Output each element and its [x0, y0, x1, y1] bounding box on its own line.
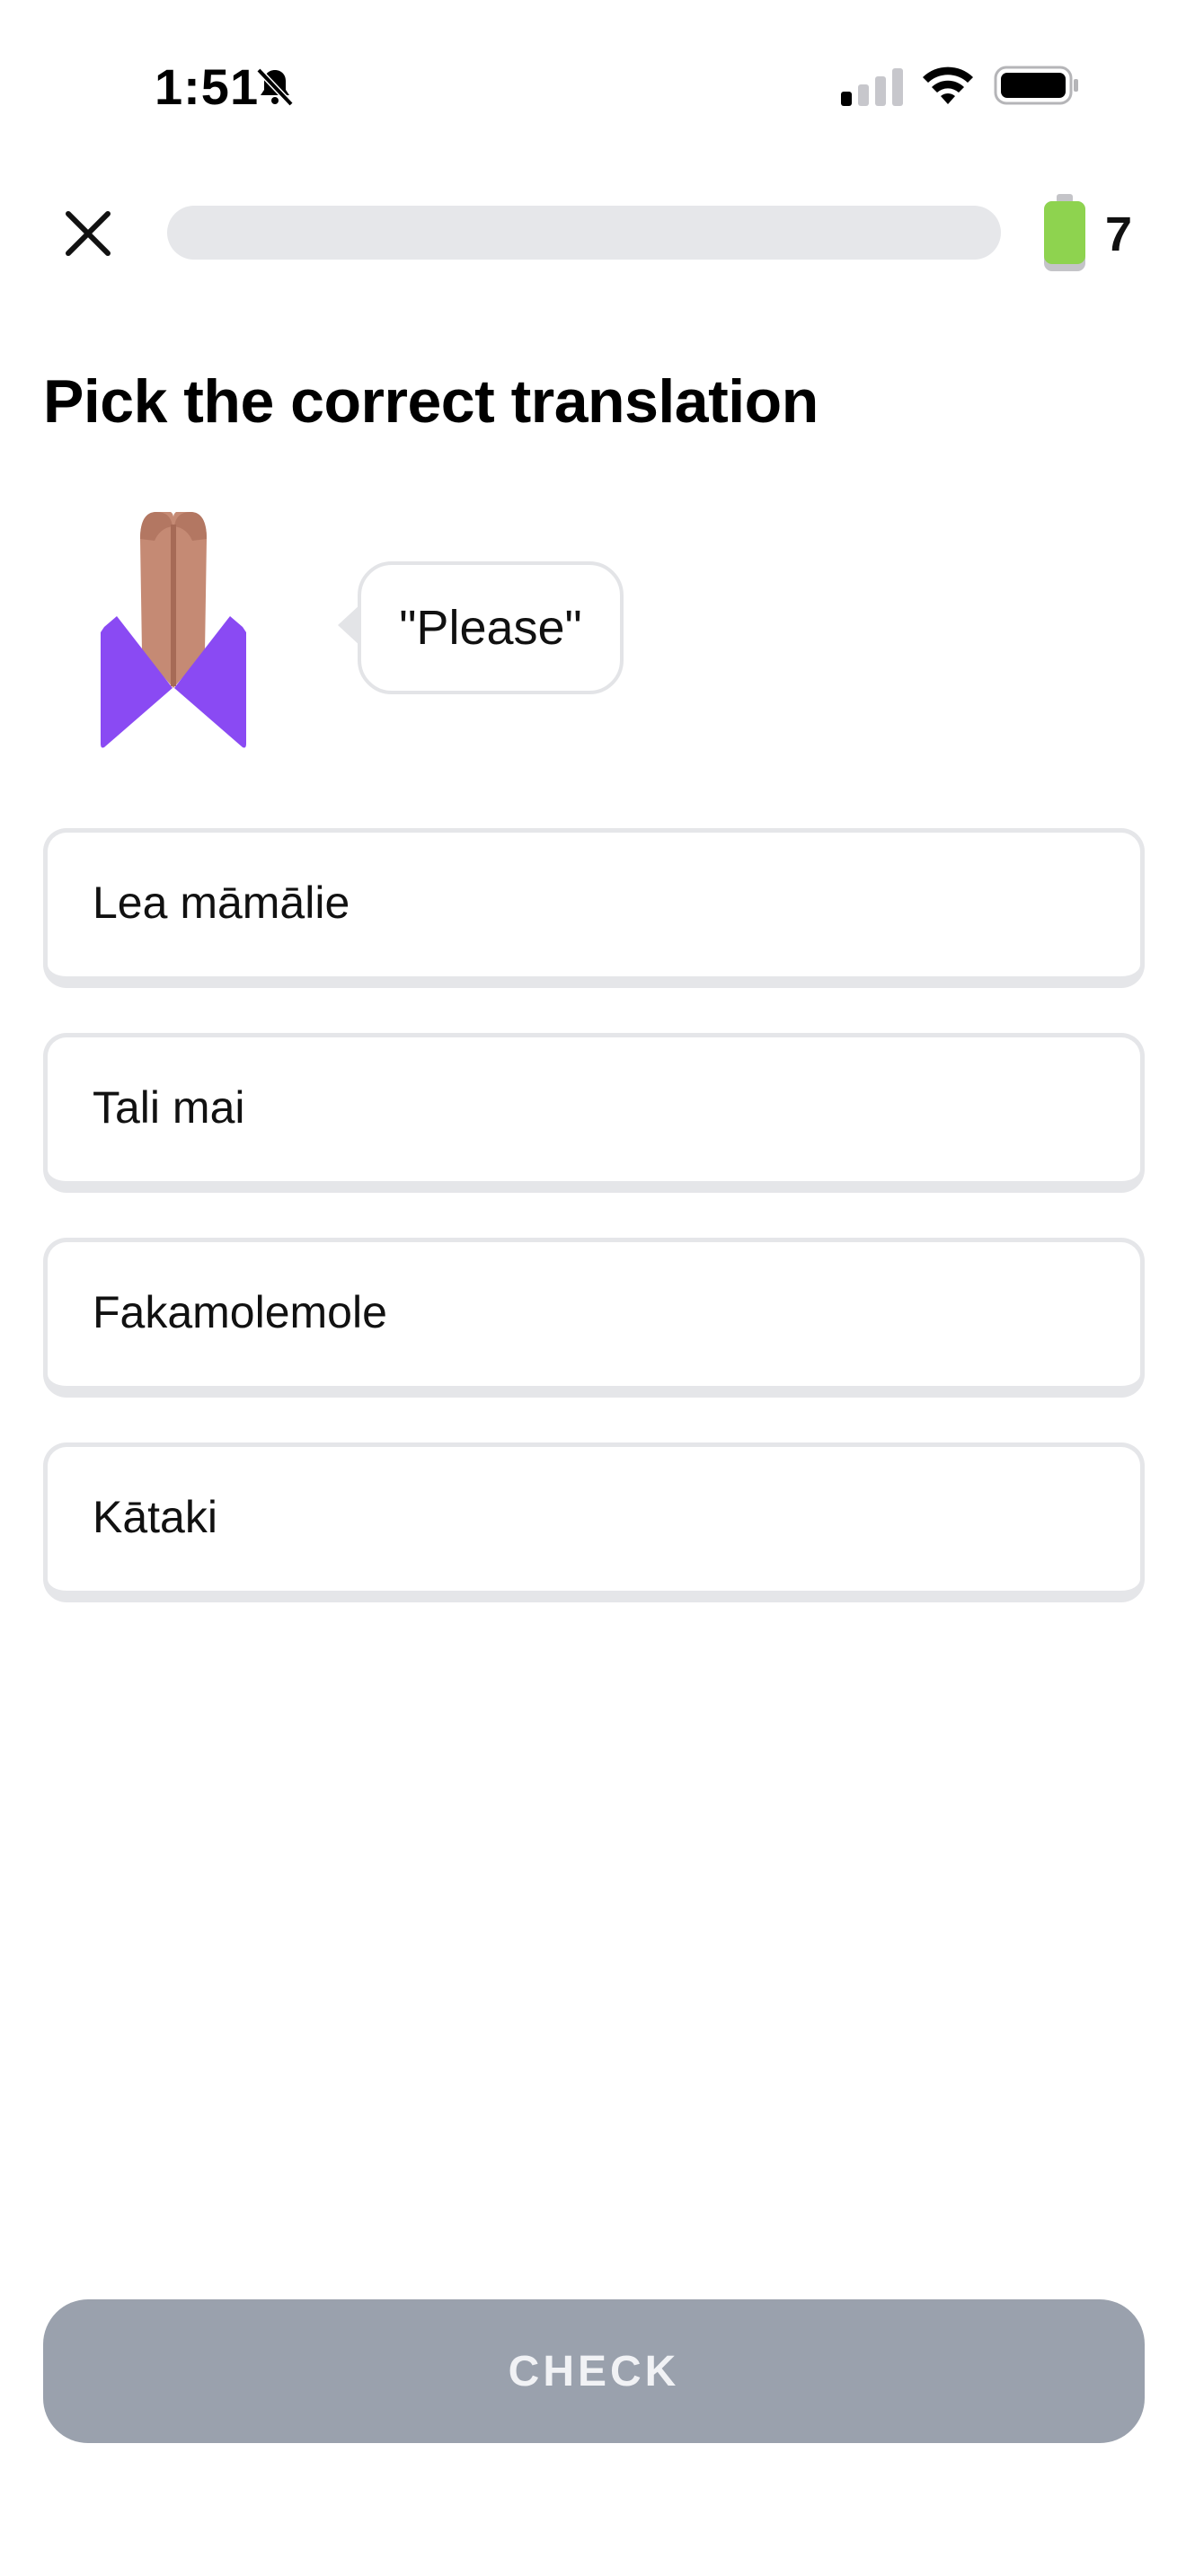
check-button-label: CHECK [508, 2347, 680, 2395]
page-title: Pick the correct translation [43, 367, 819, 436]
speech-bubble: "Please" [358, 561, 624, 694]
answer-option[interactable]: Tali mai [43, 1033, 1145, 1193]
close-icon [66, 211, 111, 256]
answer-options: Lea māmālie Tali mai Fakamolemole Kātaki [43, 828, 1145, 1647]
answer-option[interactable]: Lea māmālie [43, 828, 1145, 988]
close-button[interactable] [52, 198, 124, 269]
answer-option-label: Lea māmālie [93, 878, 350, 928]
status-bar: 1:51 [0, 0, 1186, 171]
energy-count: 7 [1105, 207, 1133, 261]
lesson-progress-bar [167, 206, 1001, 260]
battery-icon [994, 66, 1078, 105]
battery-energy-icon [1044, 194, 1085, 271]
prompt-text: "Please" [399, 601, 582, 655]
answer-option-label: Tali mai [93, 1082, 245, 1133]
answer-option-label: Kātaki [93, 1492, 217, 1542]
answer-option[interactable]: Fakamolemole [43, 1238, 1145, 1398]
check-button[interactable]: CHECK [43, 2299, 1145, 2443]
praying-hands-icon [101, 512, 246, 748]
bell-slash-icon [256, 67, 294, 107]
answer-option-label: Fakamolemole [93, 1287, 387, 1337]
answer-option[interactable]: Kātaki [43, 1442, 1145, 1602]
cellular-signal-icon [841, 68, 903, 106]
wifi-icon [923, 66, 973, 104]
status-time: 1:51 [155, 58, 260, 115]
